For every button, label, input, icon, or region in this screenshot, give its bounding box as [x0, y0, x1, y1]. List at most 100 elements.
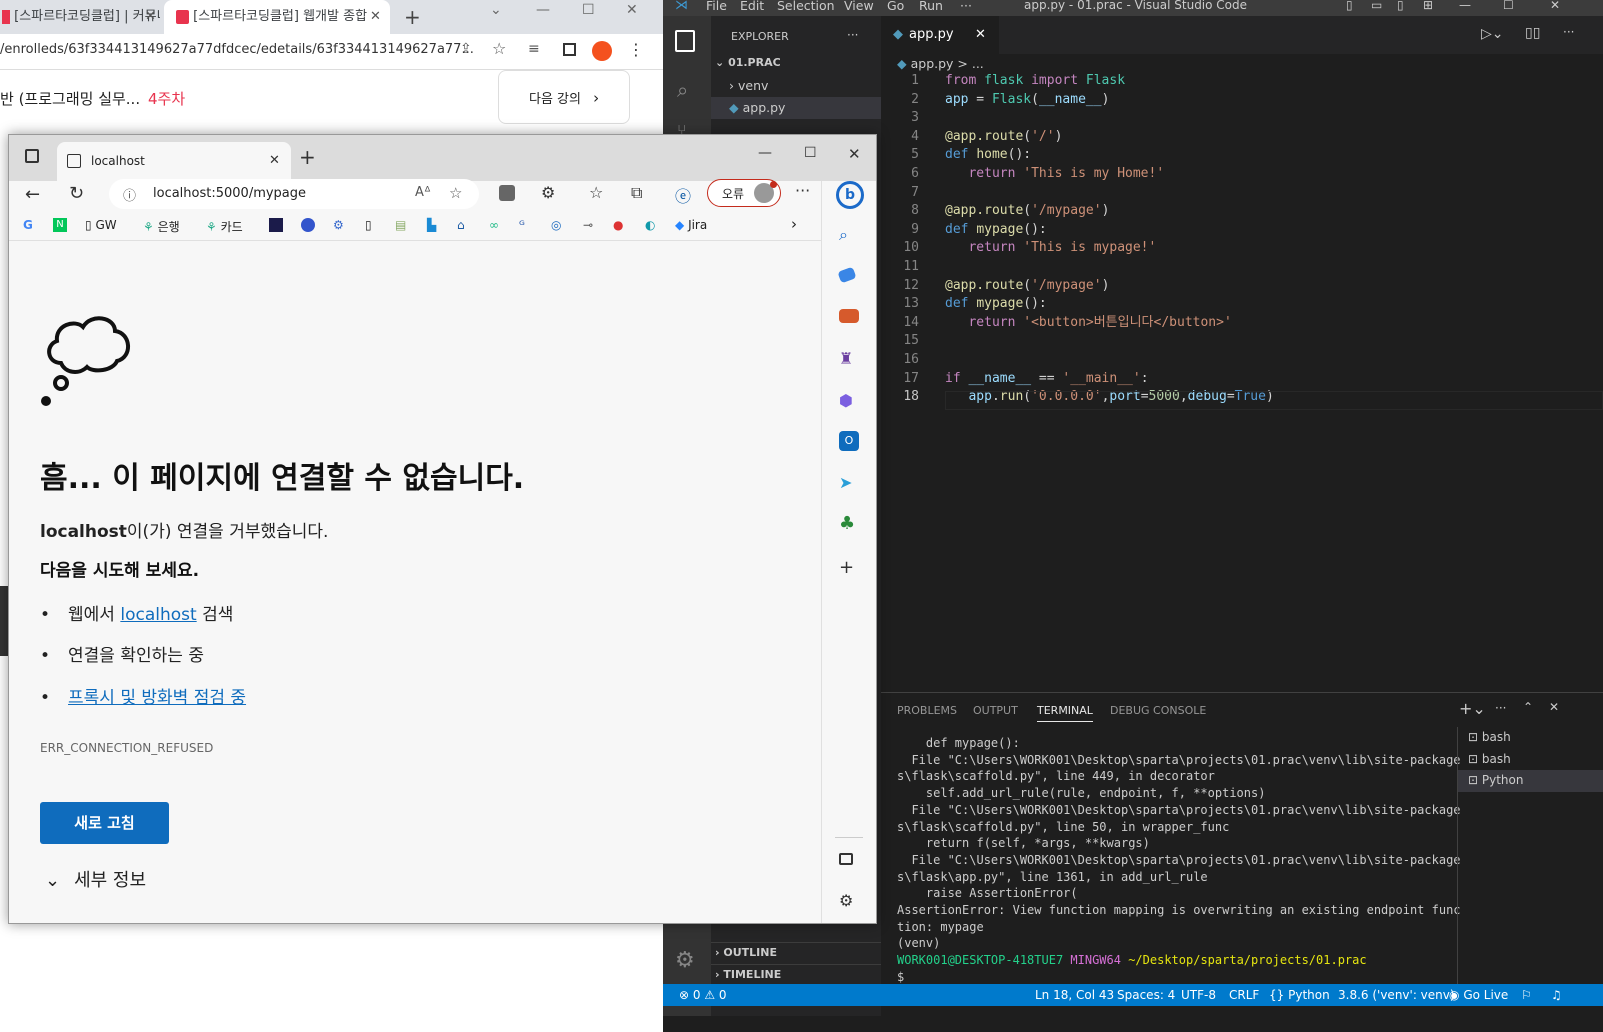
- close-window-icon[interactable]: ✕: [1550, 0, 1560, 12]
- favorite-swirl-icon[interactable]: ◐: [645, 218, 655, 232]
- minimize-icon[interactable]: —: [1459, 0, 1471, 12]
- code-line[interactable]: 1 from flask import Flask: [881, 72, 1274, 91]
- extensions-icon[interactable]: ⚙: [541, 183, 555, 202]
- code-line[interactable]: 10 return 'This is mypage!': [881, 239, 1274, 258]
- profile-error-button[interactable]: 오류: [707, 179, 781, 207]
- terminal-item-python[interactable]: ⊡ Python: [1458, 770, 1603, 792]
- collections-icon[interactable]: ⧉: [631, 183, 642, 203]
- status-cursor-position[interactable]: Ln 18, Col 43: [1035, 988, 1114, 1002]
- close-icon[interactable]: ✕: [370, 0, 381, 34]
- search-icon[interactable]: ⌕: [839, 225, 859, 245]
- tab-debug-console[interactable]: DEBUG CONSOLE: [1110, 704, 1206, 717]
- folder-header[interactable]: ⌄ 01.PRAC: [715, 56, 781, 69]
- gear-icon[interactable]: ⚙: [839, 891, 859, 911]
- outline-section[interactable]: › OUTLINE: [711, 942, 881, 962]
- code-line[interactable]: 7: [881, 184, 1274, 203]
- close-icon[interactable]: ✕: [975, 27, 986, 42]
- new-tab-button[interactable]: +: [299, 145, 316, 169]
- split-editor-icon[interactable]: ▯▯: [1525, 25, 1540, 41]
- microsoft365-icon[interactable]: ⬢: [839, 391, 859, 411]
- feedback-icon[interactable]: ⚐: [1521, 988, 1532, 1002]
- menu-selection[interactable]: Selection: [777, 0, 835, 13]
- favorite-ip-icon[interactable]: ▙: [427, 218, 436, 232]
- code-line[interactable]: 3: [881, 109, 1274, 128]
- code-line[interactable]: 14 return '<button>버튼입니다</button>': [881, 314, 1274, 333]
- status-problems[interactable]: ⊗ 0 ⚠ 0: [679, 988, 727, 1002]
- minimize-icon[interactable]: —: [536, 2, 550, 18]
- menu-go[interactable]: Go: [887, 0, 904, 13]
- favorite-globe-icon[interactable]: [301, 218, 315, 232]
- terminal-item-bash[interactable]: ⊡ bash: [1458, 727, 1603, 749]
- maximize-icon[interactable]: ☐: [1503, 0, 1514, 12]
- maximize-icon[interactable]: ☐: [582, 2, 595, 18]
- profile-avatar[interactable]: [592, 41, 612, 61]
- favorites-icon[interactable]: ☆: [589, 183, 603, 202]
- code-line[interactable]: 9 def mypage():: [881, 221, 1274, 240]
- favorite-s-icon[interactable]: [269, 218, 283, 232]
- chevron-down-icon[interactable]: ⌄: [490, 2, 502, 18]
- info-icon[interactable]: ⓘ: [123, 185, 136, 204]
- status-language[interactable]: {} Python: [1269, 988, 1330, 1002]
- gear-icon[interactable]: ⚙: [675, 948, 695, 973]
- menu-run[interactable]: Run: [919, 0, 943, 13]
- bookmark-star-icon[interactable]: ☆: [492, 39, 506, 58]
- code-line[interactable]: 6 return 'This is my Home!': [881, 165, 1274, 184]
- favorite-bank[interactable]: ⚘ 은행: [143, 218, 180, 235]
- tab-actions-icon[interactable]: [25, 149, 39, 163]
- send-icon[interactable]: ➤: [839, 473, 859, 493]
- code-line[interactable]: 17 if __name__ == '__main__':: [881, 370, 1274, 389]
- favorite-ring-icon[interactable]: ◎: [551, 218, 561, 232]
- more-actions-icon[interactable]: ···: [1495, 701, 1506, 715]
- favorite-g-icon[interactable]: ᴳ: [519, 218, 525, 232]
- reload-button[interactable]: 새로 고침: [40, 802, 169, 844]
- menu-edit[interactable]: Edit: [740, 0, 764, 13]
- search-localhost-link[interactable]: localhost: [120, 605, 196, 625]
- add-icon[interactable]: +: [839, 557, 859, 578]
- tree-item-venv[interactable]: › venv: [729, 78, 768, 93]
- address-bar[interactable]: ⓘ localhost:5000/mypage Aᐞ ☆: [109, 179, 479, 209]
- tree-item-app-py[interactable]: ◆ app.py: [711, 97, 881, 119]
- run-icon[interactable]: ▷⌄: [1481, 26, 1504, 42]
- extension-icon[interactable]: [499, 185, 515, 201]
- terminal-item-bash[interactable]: ⊡ bash: [1458, 749, 1603, 771]
- favorite-home-icon[interactable]: ⌂: [457, 218, 465, 232]
- details-toggle[interactable]: ⌄ 세부 정보: [45, 866, 146, 892]
- menu-more[interactable]: ···: [960, 0, 972, 13]
- favorite-gw[interactable]: ▯ GW: [85, 218, 117, 232]
- tab-problems[interactable]: PROBLEMS: [897, 704, 957, 717]
- favorite-edi-icon[interactable]: ▤: [395, 218, 406, 232]
- editor-tab-app-py[interactable]: ◆ app.py ✕: [881, 16, 999, 54]
- status-encoding[interactable]: UTF-8: [1181, 988, 1216, 1002]
- code-line[interactable]: 13 def mypage():: [881, 295, 1274, 314]
- back-arrow-icon[interactable]: ←: [25, 184, 40, 205]
- search-icon[interactable]: ⌕: [677, 78, 688, 102]
- explorer-more-button[interactable]: ···: [847, 28, 858, 42]
- code-line[interactable]: 2 app = Flask(__name__): [881, 91, 1274, 110]
- favorite-jira[interactable]: ◆ Jira: [675, 218, 707, 232]
- layout-secondary-icon[interactable]: ▯: [1397, 0, 1404, 12]
- more-actions-icon[interactable]: ···: [1563, 25, 1574, 39]
- code-line[interactable]: 11: [881, 258, 1274, 277]
- favorite-naver-icon[interactable]: N: [53, 218, 67, 232]
- code-line[interactable]: 12 @app.route('/mypage'): [881, 277, 1274, 296]
- tree-icon[interactable]: ♣: [839, 513, 859, 534]
- code-editor[interactable]: 1 from flask import Flask 2 app = Flask(__n…: [881, 72, 1274, 407]
- favorite-dash-icon[interactable]: ⊸: [583, 218, 593, 232]
- next-lecture-button[interactable]: 다음 강의 ›: [498, 70, 630, 124]
- tab-output[interactable]: OUTPUT: [973, 704, 1018, 717]
- sidepanel-icon[interactable]: [563, 43, 576, 56]
- layout-panel-icon[interactable]: ▭: [1371, 0, 1382, 12]
- favorite-link-icon[interactable]: ∞: [489, 218, 499, 232]
- read-aloud-icon[interactable]: Aᐞ: [415, 185, 431, 200]
- favorite-app-icon[interactable]: ⚙: [333, 218, 344, 232]
- breadcrumb[interactable]: ◆ app.py > ...: [897, 56, 984, 71]
- chevron-right-icon[interactable]: ›: [791, 215, 797, 233]
- bg-url-text[interactable]: /enrolleds/63f334413149627a77dfdcec/edet…: [0, 42, 474, 57]
- status-interpreter[interactable]: 3.8.6 ('venv': venv): [1338, 988, 1455, 1002]
- close-window-icon[interactable]: ✕: [626, 2, 638, 18]
- minimize-icon[interactable]: —: [758, 145, 772, 161]
- terminal-output[interactable]: def mypage(): File "C:\Users\WORK001\Des…: [897, 735, 1461, 986]
- customize-layout-icon[interactable]: ⊞: [1423, 0, 1433, 12]
- code-line[interactable]: 4 @app.route('/'): [881, 128, 1274, 147]
- hide-sidebar-icon[interactable]: [839, 853, 853, 865]
